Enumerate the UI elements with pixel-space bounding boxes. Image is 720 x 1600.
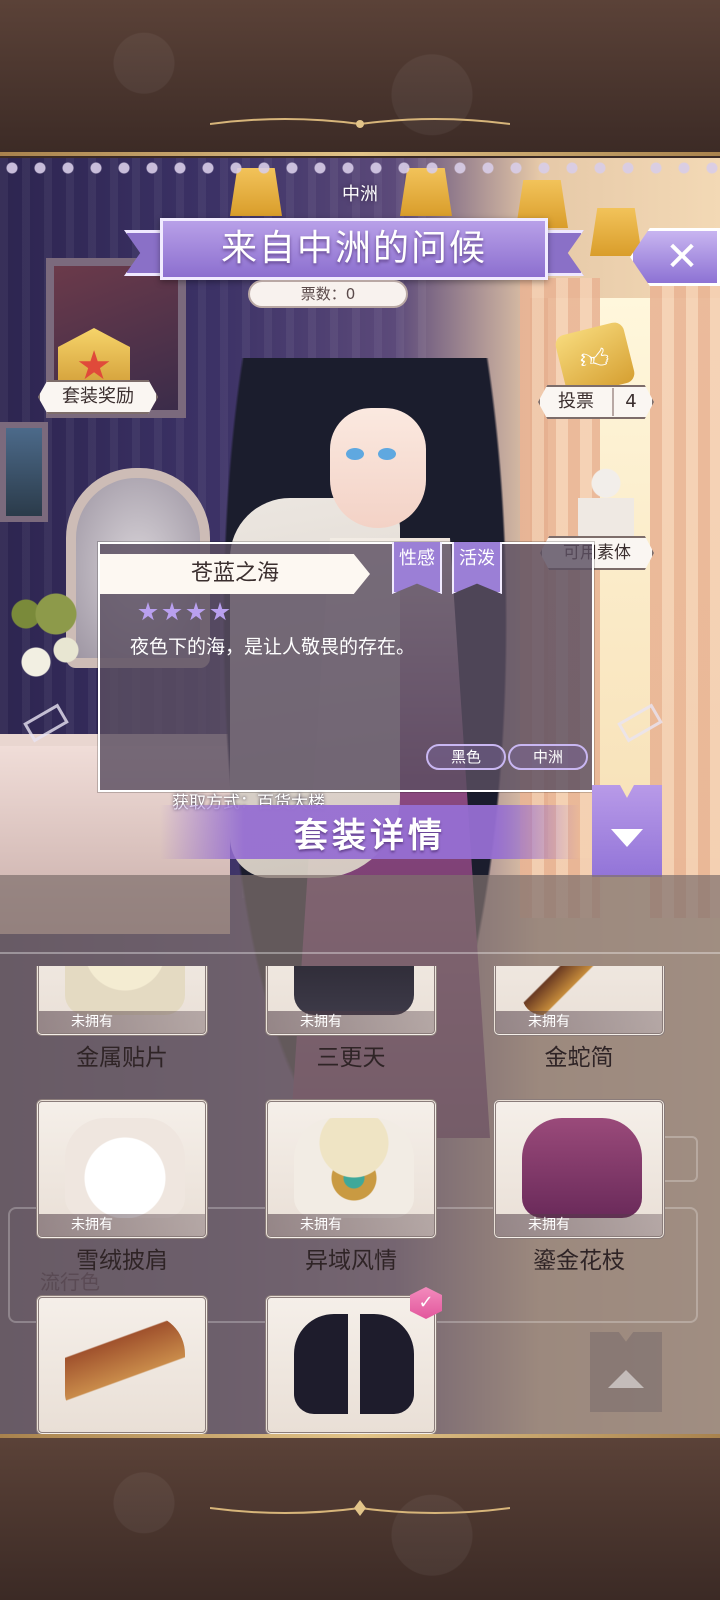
ownership-status: 未拥有 [39,1011,205,1033]
item-card[interactable]: 未拥有 异域风情 [265,1099,437,1275]
thumbs-up-ticket-icon: 👍︎ [580,342,610,376]
item-thumbnail [36,1295,208,1435]
item-card[interactable]: 未拥有 金蛇简 [493,966,665,1072]
character-eye [378,448,396,460]
top-frame [0,0,720,158]
item-art [294,966,414,1015]
style-tag: 活泼 [452,542,502,594]
ownership-status: 未拥有 [268,1214,434,1236]
close-icon: ✕ [665,234,699,280]
ownership-status: 未拥有 [496,1011,662,1033]
star-icon [210,602,230,621]
vote-count: 4 [612,388,648,416]
bottom-frame [0,1438,720,1600]
item-description: 夜色下的海，是让人敬畏的存在。 [130,636,416,658]
region-label: 中洲 [342,184,378,205]
flower-vase [6,578,106,698]
gold-ornament [210,1500,510,1516]
votes-count: 票数：0 [248,280,408,308]
ownership-status: 未拥有 [496,1214,662,1236]
attribute-tag: 黑色 [426,744,506,770]
character-face [330,408,426,528]
item-name: 金属贴片 [76,1045,168,1071]
item-card[interactable]: 未拥有 三更天 [265,966,437,1072]
wall-painting-small [0,422,48,522]
section-title: 套装详情 [294,816,446,856]
chevron-up-icon [608,1370,644,1388]
ownership-status: 未拥有 [39,1214,205,1236]
item-thumbnail: 未拥有 [493,966,665,1036]
character-eye [346,448,364,460]
star-icon [162,602,182,621]
style-tag: 性感 [392,542,442,594]
gold-ornament [210,118,510,128]
item-name: 三更天 [316,1045,386,1071]
item-name: 异域风情 [305,1248,397,1274]
top-gold-line [0,152,720,156]
panel-divider [0,952,720,954]
star-rating [138,602,230,622]
item-name: 金蛇简 [544,1045,614,1071]
item-thumbnail: 未拥有 [36,966,208,1036]
set-reward-label[interactable]: 套装奖励 [38,380,158,414]
title-banner: 来自中洲的问候 [124,214,584,286]
item-thumbnail: 未拥有 [493,1099,665,1239]
item-name: 苍蓝之海 [100,554,370,594]
item-art [65,1118,185,1218]
item-grid: 未拥有 金属贴片 未拥有 三更天 未拥有 金蛇简 未拥有 雪绒披肩 未拥有 异域… [36,966,676,1438]
chevron-down-icon [611,829,643,847]
collapse-button[interactable] [590,1332,662,1412]
item-card[interactable]: 未拥有 金属贴片 [36,966,208,1072]
item-thumbnail [265,1295,437,1435]
item-name: 雪绒披肩 [76,1248,168,1274]
item-name: 鎏金花枝 [533,1248,625,1274]
lamp [590,208,642,256]
item-thumbnail: 未拥有 [265,1099,437,1239]
item-art [294,1314,414,1414]
item-card[interactable] [36,1295,208,1435]
page-title: 来自中洲的问候 [220,228,487,269]
item-thumbnail: 未拥有 [265,966,437,1036]
item-art [65,966,185,1015]
expand-button[interactable] [592,785,662,877]
item-detail-popup: 苍蓝之海 性感 活泼 夜色下的海，是让人敬畏的存在。 黑色 中洲 [98,542,594,792]
check-icon: ✓ [418,1292,434,1313]
star-icon [186,602,206,621]
item-art [65,1314,185,1414]
item-thumbnail: 未拥有 [36,1099,208,1239]
attribute-tag: 中洲 [508,744,588,770]
item-card[interactable]: 未拥有 雪绒披肩 [36,1099,208,1275]
mannequin-icon[interactable] [578,468,634,544]
item-art [522,966,642,1015]
item-art [294,1118,414,1218]
item-card[interactable] [265,1295,437,1435]
item-art [522,1118,642,1218]
item-card[interactable]: 未拥有 鎏金花枝 [493,1099,665,1275]
star-icon [138,602,158,621]
ownership-status: 未拥有 [268,1011,434,1033]
